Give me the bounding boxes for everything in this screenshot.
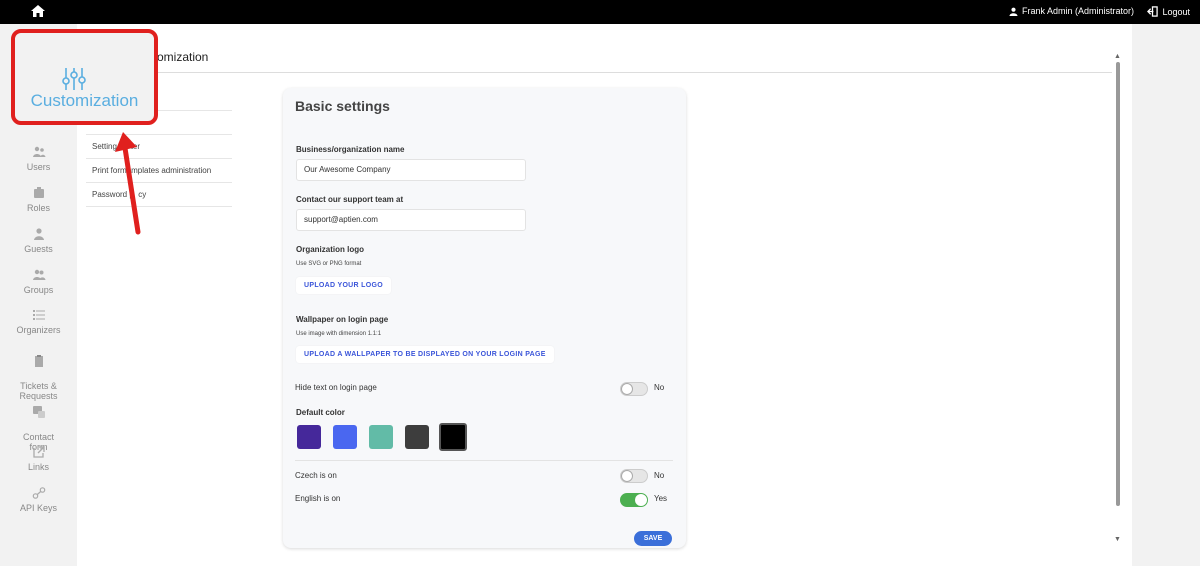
sidebar-item-api-keys[interactable]: API Keys — [0, 486, 77, 513]
right-gutter — [1132, 24, 1200, 566]
default-color-label: Default color — [296, 408, 345, 417]
color-swatch-dark-gray[interactable] — [405, 425, 429, 449]
czech-toggle[interactable] — [620, 469, 648, 483]
organizers-icon — [32, 310, 45, 320]
groups-icon — [32, 269, 45, 280]
hide-text-state: No — [654, 383, 665, 392]
sidebar-item-tickets[interactable]: Tickets & Requests — [0, 344, 77, 401]
english-toggle[interactable] — [620, 493, 648, 507]
roles-icon — [33, 187, 44, 198]
wallpaper-hint: Use image with dimension 1.1:1 — [296, 331, 382, 337]
color-swatch-purple[interactable] — [297, 425, 321, 449]
links-icon — [32, 446, 45, 458]
user-name: Frank Admin (Administrator) — [1021, 6, 1134, 16]
org-name-label: Business/organization name — [296, 145, 405, 154]
czech-state: No — [654, 471, 665, 480]
guests-icon — [33, 228, 44, 240]
support-label: Contact our support team at — [296, 195, 404, 204]
submenu-item-setting-printer[interactable]: Setting pr ter — [86, 134, 232, 158]
hide-text-label: Hide text on login page — [295, 383, 377, 392]
home-icon[interactable] — [30, 3, 46, 19]
scroll-up-arrow[interactable]: ▲ — [1114, 53, 1121, 60]
basic-settings-card: Basic settings Business/organization nam… — [283, 88, 686, 548]
wallpaper-label: Wallpaper on login page — [296, 315, 389, 324]
czech-label: Czech is on — [295, 471, 337, 480]
sidebar-item-groups[interactable]: Groups — [0, 268, 77, 295]
sidebar-item-label: API Keys — [19, 503, 57, 513]
annotation-arrow — [115, 132, 141, 235]
sidebar-item-label: Users — [26, 162, 51, 172]
color-swatch-blue[interactable] — [333, 425, 357, 449]
color-swatch-black[interactable] — [439, 423, 467, 451]
hide-text-toggle[interactable] — [620, 382, 648, 396]
divider — [295, 460, 673, 461]
scrollbar-thumb[interactable] — [1116, 62, 1120, 506]
sidebar-item-label: Organizers — [16, 325, 61, 335]
sidebar-item-links[interactable]: Links — [0, 445, 77, 472]
color-swatch-teal[interactable] — [369, 425, 393, 449]
logout-icon — [1147, 6, 1159, 17]
callout-label: Customization — [30, 91, 139, 110]
sliders-icon — [62, 68, 86, 90]
current-user[interactable]: Frank Admin (Administrator) — [1009, 6, 1134, 16]
upload-wallpaper-button[interactable]: UPLOAD A WALLPAPER TO BE DISPLAYED ON YO… — [296, 346, 554, 363]
sidebar-item-contact-form[interactable]: Contact form — [0, 395, 77, 452]
title-bar: omization — [77, 24, 1112, 73]
card-title: Basic settings — [295, 98, 390, 114]
sidebar-item-guests[interactable]: Guests — [0, 227, 77, 254]
upload-logo-button[interactable]: UPLOAD YOUR LOGO — [296, 277, 391, 294]
support-email-input[interactable]: support@aptien.com — [296, 209, 526, 231]
contact-form-icon — [32, 406, 45, 418]
sidebar-item-roles[interactable]: Roles — [0, 186, 77, 213]
sidebar-item-organizers[interactable]: Organizers — [0, 308, 77, 335]
sidebar-item-users[interactable]: Users — [0, 145, 77, 172]
user-icon — [1009, 7, 1018, 16]
sidebar-item-label: Guests — [24, 244, 53, 254]
submenu-item-print-templates[interactable]: Print form mplates administration — [86, 158, 232, 182]
api-keys-icon — [32, 487, 45, 499]
logout-button[interactable]: Logout — [1147, 6, 1190, 17]
logout-label: Logout — [1162, 6, 1190, 17]
submenu-item-password-policy[interactable]: Password p cy — [86, 182, 232, 207]
scroll-down-arrow[interactable]: ▼ — [1114, 536, 1121, 543]
customization-callout[interactable]: Customization — [11, 29, 158, 125]
tickets-icon — [34, 355, 43, 367]
english-label: English is on — [295, 494, 341, 503]
top-bar: Frank Admin (Administrator) Logout — [0, 0, 1200, 24]
logo-label: Organization logo — [296, 245, 364, 254]
users-icon — [32, 146, 45, 157]
page-title: omization — [157, 50, 209, 64]
english-state: Yes — [654, 494, 668, 503]
org-name-input[interactable]: Our Awesome Company — [296, 159, 526, 181]
sidebar-item-label: Links — [27, 462, 49, 472]
logo-hint: Use SVG or PNG format — [296, 261, 362, 267]
save-button[interactable]: SAVE — [634, 531, 672, 546]
sidebar-item-label: Groups — [23, 285, 54, 295]
sidebar-item-label: Roles — [26, 203, 50, 213]
